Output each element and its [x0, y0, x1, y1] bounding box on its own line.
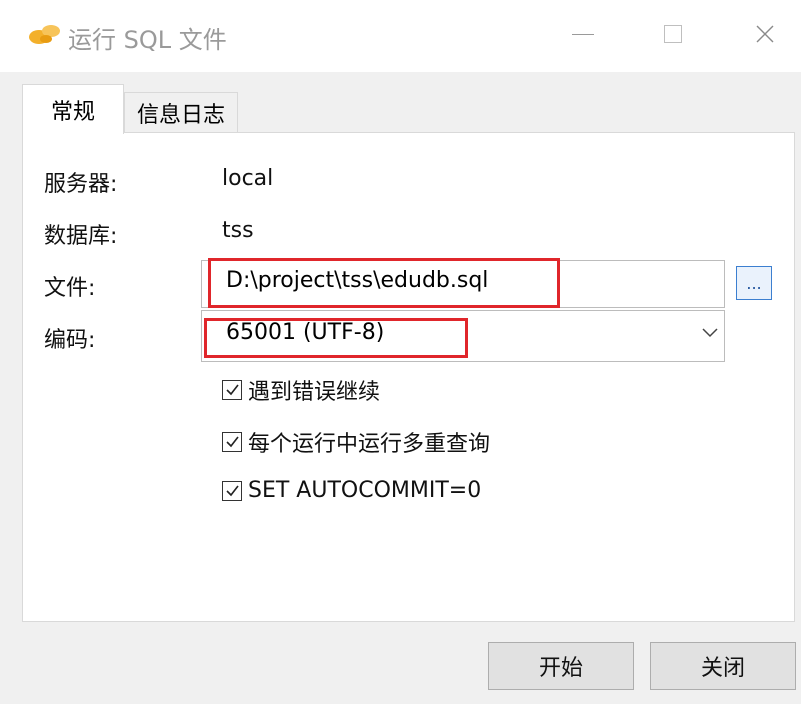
- browse-file-button[interactable]: ...: [736, 266, 772, 300]
- option-continue-on-error[interactable]: 遇到错误继续: [222, 374, 380, 406]
- database-value: tss: [222, 218, 254, 243]
- start-button[interactable]: 开始: [488, 642, 634, 690]
- tab-message-log[interactable]: 信息日志: [124, 92, 238, 132]
- tab-general[interactable]: 常规: [22, 84, 124, 134]
- option-continue-on-error-label: 遇到错误继续: [248, 380, 381, 405]
- general-panel: [22, 132, 795, 622]
- close-button[interactable]: 关闭: [650, 642, 796, 690]
- server-value: local: [222, 166, 274, 191]
- server-label: 服务器:: [44, 172, 118, 197]
- checkbox-autocommit[interactable]: [222, 480, 242, 501]
- minimize-icon: [572, 33, 594, 35]
- maximize-button[interactable]: [650, 12, 696, 56]
- option-autocommit[interactable]: SET AUTOCOMMIT=0: [222, 478, 481, 503]
- database-label: 数据库:: [44, 224, 118, 249]
- start-button-label: 开始: [538, 656, 583, 681]
- checkmark-icon: [226, 436, 239, 448]
- checkmark-icon: [226, 384, 239, 396]
- maximize-icon: [664, 25, 682, 43]
- option-multiple-queries-label: 每个运行中运行多重查询: [248, 432, 491, 457]
- checkmark-icon: [226, 485, 239, 496]
- close-window-button[interactable]: [742, 12, 788, 56]
- minimize-button[interactable]: [560, 12, 606, 56]
- file-label: 文件:: [44, 276, 96, 301]
- ellipsis-icon: ...: [746, 273, 762, 293]
- option-autocommit-label: SET AUTOCOMMIT=0: [248, 478, 482, 503]
- checkbox-multiple-queries[interactable]: [222, 432, 242, 452]
- chevron-down-icon[interactable]: [700, 326, 720, 340]
- navicat-app-icon: [29, 25, 60, 44]
- file-path-highlight: [208, 258, 560, 308]
- close-icon: [756, 25, 774, 43]
- option-multiple-queries[interactable]: 每个运行中运行多重查询: [222, 426, 490, 458]
- tab-message-log-label: 信息日志: [136, 102, 225, 128]
- checkbox-continue-on-error[interactable]: [222, 380, 242, 400]
- encoding-highlight: [204, 318, 468, 358]
- encoding-label: 编码:: [44, 328, 96, 353]
- window-title: 运行 SQL 文件: [68, 26, 227, 54]
- tab-general-label: 常规: [50, 99, 95, 125]
- close-button-label: 关闭: [700, 656, 745, 681]
- title-bar: 运行 SQL 文件: [0, 0, 801, 72]
